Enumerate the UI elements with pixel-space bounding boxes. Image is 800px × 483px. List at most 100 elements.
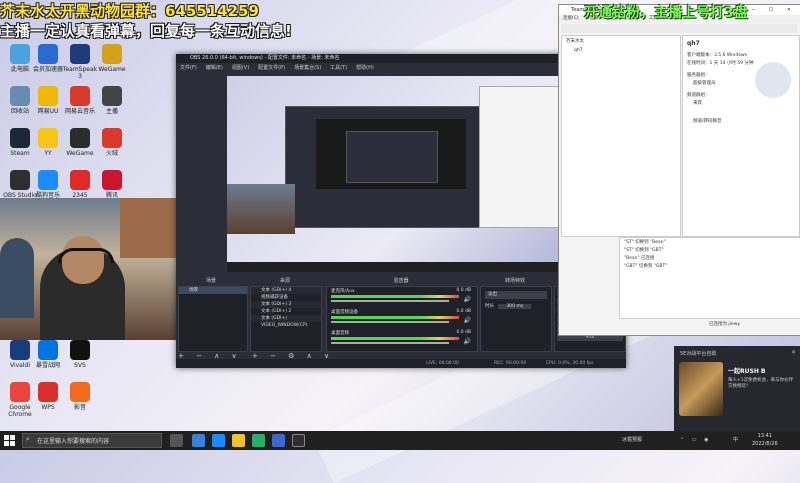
speaker-icon[interactable]: 🔊 — [464, 338, 471, 345]
sources-list[interactable]: 文本 (GDI+) 4 视频捕获设备 文本 (GDI+) 3 文本 (GDI+) 2文… — [250, 286, 322, 352]
speaker-icon[interactable]: 🔊 — [464, 317, 471, 324]
preview-webcam — [227, 184, 295, 234]
teamspeak-toolbar[interactable] — [561, 24, 797, 33]
mixer-channel: 桌面音频 0.0 dB 🔊 — [327, 329, 477, 353]
desktop-icon[interactable]: 主播 — [92, 86, 132, 115]
transition-select[interactable]: 淡出 — [485, 291, 547, 299]
volume-slider[interactable] — [331, 342, 449, 344]
clock-time: 13:41 — [757, 433, 773, 439]
tree-user[interactable]: qh7 — [562, 46, 680, 55]
browser-taskbar-icon[interactable] — [212, 434, 225, 447]
browser-icon — [70, 170, 90, 190]
obs-menu-item[interactable]: 帮助(H) — [356, 65, 374, 71]
duration-label: 时长 — [485, 304, 494, 309]
volume-slider[interactable] — [331, 300, 449, 302]
edge-icon[interactable] — [192, 434, 205, 447]
source-item[interactable]: 视频捕获设备 — [251, 294, 321, 301]
cpu-status: CPU: 0.0%, 30.00 fps — [546, 361, 594, 366]
duration-input[interactable]: 300 ms — [498, 304, 532, 309]
tray-icons[interactable]: ⌃ ▭ ◉ — [680, 431, 711, 450]
taskbar-search[interactable]: 在这里输入你要搜索的内容 — [22, 433, 162, 448]
stream-overlay-message: 主播一定认真看弹幕，回复每一条互动信息! — [0, 22, 292, 40]
wegame2-icon — [70, 128, 90, 148]
transitions-panel[interactable]: 淡出 时长 300 ms — [480, 286, 552, 352]
taskbar-clock[interactable]: 13:41 2022/8/26 — [752, 432, 778, 448]
volume-meter — [331, 337, 459, 340]
teamspeak-icon — [70, 44, 90, 64]
teamspeak-taskbar-icon[interactable] — [272, 434, 285, 447]
obs-menu-item[interactable]: 视图(V) — [232, 65, 249, 71]
window-controls[interactable]: ─ ☐ ✕ — [752, 5, 797, 15]
source-item[interactable]: 文本 (GDI+) 4 — [251, 287, 321, 294]
mixer-channel-name: 桌面音频设备 — [331, 310, 358, 315]
obs-icon — [10, 170, 30, 190]
ts-menu-item[interactable]: 连接(C) — [563, 16, 579, 21]
stream-overlay-promo: 开通钻粉，主播上号打3盘 — [584, 5, 748, 21]
source-item[interactable]: 文本 (GDI+) 3 — [251, 301, 321, 308]
volume-meter — [331, 316, 459, 319]
client-info-panel: qh7 客户端版本：3.5.6 Windows 在线时间：1 天 14 小时 5… — [682, 35, 800, 237]
weather-widget[interactable]: 冰雹预报 — [622, 431, 642, 450]
speaker-icon[interactable]: 🔊 — [464, 296, 471, 303]
volume-slider[interactable] — [331, 321, 449, 323]
scenes-list[interactable]: 场景 — [178, 286, 248, 352]
desktop-icon[interactable]: 火绒 — [92, 128, 132, 157]
desktop-icon[interactable]: SVS — [60, 340, 100, 369]
scene-item[interactable]: 场景 — [179, 287, 247, 294]
mixer-channel-db: 0.0 dB — [456, 288, 471, 293]
source-item[interactable]: VIDEO_WINDOW(CP) — [251, 322, 321, 329]
obs-menu-item[interactable]: 配置文件(P) — [258, 65, 285, 71]
tree-server[interactable]: 芥末水太 — [562, 36, 680, 46]
obs-title: OBS 26.0.0 (64-bit, windows) - 配置文件: 未命名… — [190, 55, 340, 61]
steam-icon — [10, 128, 30, 148]
online-value: 1 天 14 小时 59 分钟 — [709, 61, 754, 66]
nested-obs-window — [285, 106, 497, 228]
obs-menu-item[interactable]: 工具(T) — [330, 65, 347, 71]
wechat-icon[interactable] — [252, 434, 265, 447]
taskbar: 在这里输入你要搜索的内容 ⌕ 冰雹预报 ⌃ ▭ ◉ 中 13:41 2022/8… — [0, 431, 800, 450]
nested-preview-inner — [346, 131, 438, 183]
desktop-icon[interactable]: 影音 — [60, 382, 100, 411]
obs-preview[interactable] — [227, 76, 575, 272]
desktop-icon[interactable]: WeGame — [92, 44, 132, 73]
source-item[interactable]: 文本 (GDI+) 2 — [251, 308, 321, 315]
obs-taskbar-icon[interactable] — [292, 434, 305, 447]
windows-start-icon[interactable] — [4, 435, 15, 446]
audio-mixer[interactable]: 麦克风/Aux 0.0 dB 🔊 桌面音频设备 0.0 dB 🔊 桌面音频 0.0 dB 🔊 — [326, 286, 478, 352]
input-language[interactable]: 中 — [733, 431, 738, 450]
mixer-channel-db: 0.0 dB — [456, 309, 471, 314]
battlenet-icon — [38, 340, 58, 360]
channel-tree[interactable]: 芥末水太 qh7 — [561, 35, 681, 237]
rec-status: REC: 00:00:00 — [494, 361, 527, 366]
wps-icon — [38, 382, 58, 402]
file-explorer-icon[interactable] — [232, 434, 245, 447]
desktop-icon-label: WeGame — [98, 66, 126, 73]
task-view-icon[interactable] — [170, 434, 183, 447]
svs-icon — [70, 340, 90, 360]
version-value: 3.5.6 Windows — [714, 53, 747, 58]
notification-body: 每人+1次免费机会，来与你伙伴交换畅玩！ — [728, 378, 794, 389]
second-person — [0, 238, 34, 318]
desktop-icon[interactable]: 腾讯 — [92, 170, 132, 199]
obs-menu-item[interactable]: 编辑(E) — [206, 65, 223, 71]
notification-title: 一起RUSH B — [728, 368, 766, 375]
webcam-overlay — [0, 198, 183, 340]
obs-menu-item[interactable]: 文件(F) — [180, 65, 197, 71]
client-name: qh7 — [687, 40, 700, 47]
scenes-title: 场景 — [205, 278, 216, 284]
chrome-icon — [10, 382, 30, 402]
teamspeak-window[interactable]: TeamSpeak 3 ─ ☐ ✕ 连接(C) 书签(B) 自己(S) 权限(P) 工具… — [558, 4, 800, 336]
game-notification[interactable]: 5E对战平台自助 一起RUSH B 每人+1次免费机会，来与你伙伴交换畅玩！ ✕ — [674, 346, 800, 434]
vivaldi-icon — [10, 340, 30, 360]
close-icon[interactable]: ✕ — [791, 349, 796, 356]
search-icon: ⌕ — [26, 435, 30, 443]
mixer-channel-db: 0.0 dB — [456, 330, 471, 335]
desktop-icon-label: 影音 — [73, 404, 86, 411]
kugou-icon — [38, 170, 58, 190]
background-shelf — [120, 198, 183, 258]
source-item[interactable]: 文本 (GDI+) — [251, 315, 321, 322]
chat-line: "ST" 切换到 "GBT" — [624, 248, 664, 253]
mixer-channel-name: 桌面音频 — [331, 331, 349, 336]
wegame-icon — [102, 44, 122, 64]
obs-menu-item[interactable]: 场景集合(S) — [294, 65, 321, 71]
